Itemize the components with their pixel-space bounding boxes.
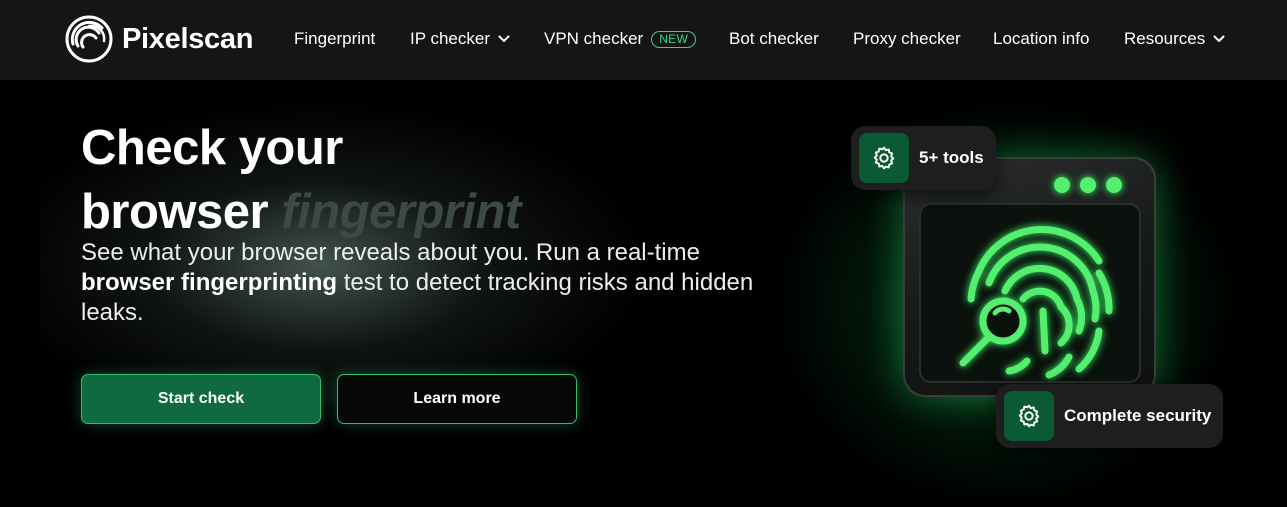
hero-title: Check your browser fingerprint bbox=[81, 116, 521, 244]
nav-item-location-info[interactable]: Location info bbox=[993, 29, 1089, 49]
learn-more-button[interactable]: Learn more bbox=[337, 374, 577, 424]
nav-menu: Fingerprint IP checker VPN checker NEW B… bbox=[0, 0, 1287, 80]
chevron-down-icon bbox=[1213, 35, 1225, 42]
complete-security-label: Complete security bbox=[1064, 406, 1212, 425]
nav-item-label: VPN checker bbox=[544, 29, 644, 48]
nav-item-label: Bot checker bbox=[729, 29, 819, 48]
nav-item-ip-checker[interactable]: IP checker bbox=[410, 29, 510, 49]
hero-title-line2: browser bbox=[81, 185, 269, 239]
top-navbar: Pixelscan Fingerprint IP checker VPN che… bbox=[0, 0, 1287, 80]
hero-description-bold: browser fingerprinting bbox=[81, 269, 338, 296]
chip-icon-box bbox=[1004, 391, 1054, 441]
tools-count-label: 5+ tools bbox=[919, 148, 984, 167]
nav-item-proxy-checker[interactable]: Proxy checker bbox=[853, 29, 961, 49]
gear-icon bbox=[1018, 404, 1040, 428]
new-badge: NEW bbox=[651, 30, 697, 48]
nav-item-label: Location info bbox=[993, 29, 1090, 48]
start-check-button[interactable]: Start check bbox=[81, 374, 321, 424]
magnifier-icon bbox=[959, 297, 1027, 367]
window-dot bbox=[1054, 177, 1070, 193]
fingerprint-icon bbox=[959, 226, 1113, 379]
nav-item-vpn-checker[interactable]: VPN checker NEW bbox=[544, 29, 697, 49]
complete-security-chip: Complete security bbox=[996, 384, 1224, 448]
nav-item-bot-checker[interactable]: Bot checker bbox=[729, 29, 819, 49]
tools-count-chip: 5+ tools bbox=[851, 126, 996, 190]
browser-window-illustration bbox=[903, 157, 1156, 397]
nav-item-label: Proxy checker bbox=[853, 29, 961, 48]
chevron-down-icon bbox=[498, 35, 510, 42]
window-dots bbox=[1054, 177, 1122, 193]
nav-item-fingerprint[interactable]: Fingerprint bbox=[294, 29, 375, 49]
nav-item-label: IP checker bbox=[410, 29, 491, 48]
hero-title-accent: fingerprint bbox=[281, 185, 521, 239]
hero-description-part1: See what your browser reveals about you.… bbox=[81, 239, 700, 266]
nav-item-label: Resources bbox=[1124, 29, 1206, 48]
hero-title-line1: Check your bbox=[81, 121, 343, 175]
chip-icon-box bbox=[859, 133, 909, 183]
hero-description: See what your browser reveals about you.… bbox=[81, 238, 761, 328]
nav-item-resources[interactable]: Resources bbox=[1124, 29, 1225, 49]
window-screen bbox=[919, 203, 1141, 383]
window-dot bbox=[1080, 177, 1096, 193]
window-dot bbox=[1106, 177, 1122, 193]
gear-icon bbox=[873, 146, 895, 170]
nav-item-label: Fingerprint bbox=[294, 29, 376, 48]
